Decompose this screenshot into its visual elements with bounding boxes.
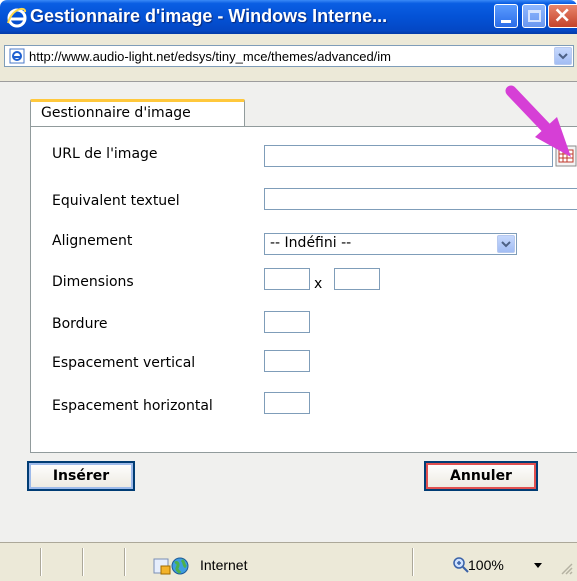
- window-title: Gestionnaire d'image - Windows Interne..…: [30, 6, 388, 26]
- alignment-selected: -- Indéfini --: [270, 235, 352, 251]
- internet-zone-icon: [171, 557, 189, 575]
- title-bar[interactable]: Gestionnaire d'image - Windows Interne..…: [0, 0, 577, 34]
- status-separator: [412, 548, 414, 576]
- zoom-dropdown-icon[interactable]: [534, 563, 542, 568]
- browse-icon[interactable]: [555, 145, 577, 167]
- maximize-icon: [528, 10, 541, 22]
- dimensions-label: Dimensions: [52, 274, 134, 290]
- insert-button[interactable]: Insérer: [27, 461, 135, 491]
- horizontal-spacing-label: Espacement horizontal: [52, 398, 213, 414]
- security-zone: Internet: [200, 557, 248, 573]
- protected-mode-icon: [153, 558, 171, 575]
- alignment-dropdown-button[interactable]: [497, 235, 515, 253]
- alt-text-input[interactable]: [264, 188, 577, 210]
- height-input[interactable]: [334, 268, 380, 290]
- alt-text-label: Equivalent textuel: [52, 193, 180, 209]
- page-icon: [9, 48, 25, 64]
- status-separator: [40, 548, 42, 576]
- chevron-down-icon: [501, 241, 511, 248]
- dimensions-separator: x: [314, 276, 323, 292]
- status-separator: [124, 548, 126, 576]
- horizontal-spacing-input[interactable]: [264, 392, 310, 414]
- address-url: http://www.audio-light.net/edsys/tiny_mc…: [29, 49, 392, 64]
- cancel-button[interactable]: Annuler: [424, 461, 538, 491]
- minimize-icon: [501, 20, 511, 23]
- alignment-label: Alignement: [52, 233, 133, 249]
- address-dropdown-button[interactable]: [554, 47, 572, 65]
- chevron-down-icon: [558, 53, 568, 60]
- alignment-select[interactable]: -- Indéfini --: [264, 233, 517, 255]
- tab-general[interactable]: Gestionnaire d'image: [30, 99, 245, 127]
- image-url-label: URL de l'image: [52, 146, 158, 162]
- image-url-input[interactable]: [264, 145, 553, 167]
- width-input[interactable]: [264, 268, 310, 290]
- border-label: Bordure: [52, 316, 108, 332]
- browser-popup-window: Gestionnaire d'image - Windows Interne..…: [0, 0, 577, 581]
- ie-logo-icon: [7, 7, 27, 28]
- maximize-button[interactable]: [522, 4, 546, 28]
- close-button[interactable]: ×: [548, 3, 577, 28]
- status-separator: [82, 548, 84, 576]
- vertical-spacing-input[interactable]: [264, 350, 310, 372]
- close-icon: ×: [553, 3, 572, 28]
- resize-grip-icon[interactable]: [560, 562, 574, 576]
- address-field[interactable]: http://www.audio-light.net/edsys/tiny_mc…: [4, 45, 574, 67]
- vertical-spacing-label: Espacement vertical: [52, 355, 196, 371]
- zoom-level[interactable]: 100%: [468, 557, 504, 573]
- minimize-button[interactable]: [494, 4, 518, 28]
- border-input[interactable]: [264, 311, 310, 333]
